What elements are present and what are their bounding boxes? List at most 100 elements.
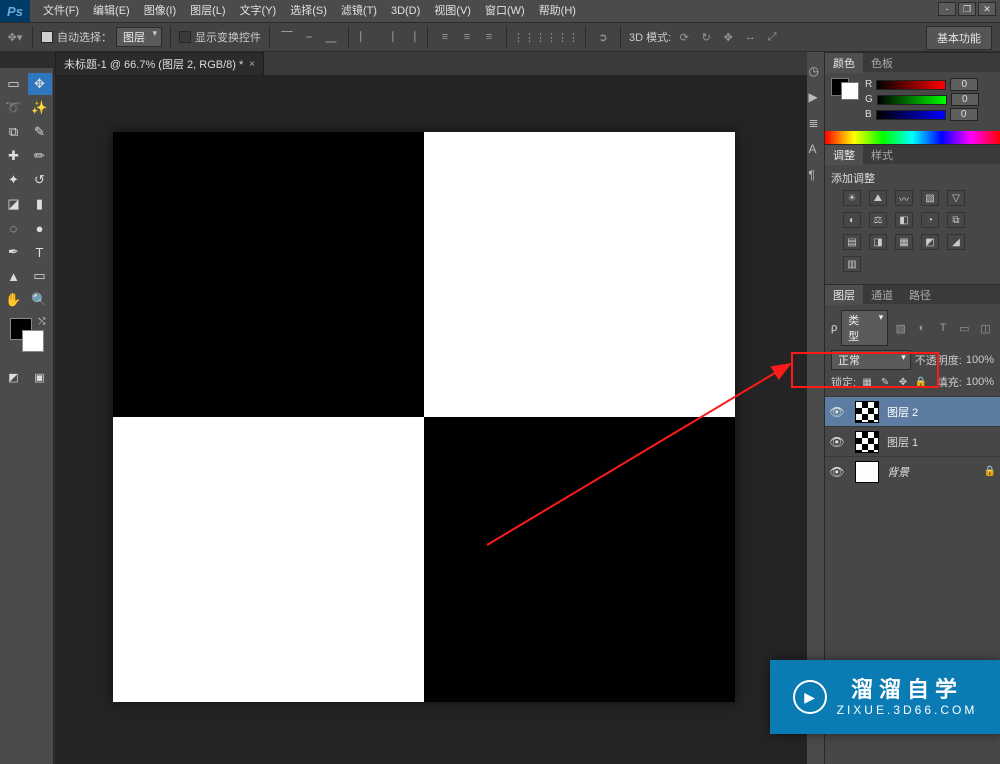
adj-threshold-icon[interactable]: ◩ [921,234,939,250]
adj-channelmixer-icon[interactable]: ⧉ [947,212,965,228]
healing-brush-tool[interactable]: ✚ [2,145,26,167]
blur-tool[interactable]: ◌ [2,217,26,239]
character-panel-icon[interactable]: A [809,142,823,156]
filter-type-icon[interactable]: T [935,319,952,337]
channel-r-value[interactable]: 0 [950,78,978,91]
path-selection-tool[interactable]: ▲ [2,265,26,287]
channel-g-slider[interactable] [877,95,947,105]
distribute-hcenter-icon[interactable]: ⋮⋮ [537,28,555,46]
adj-photofilter-icon[interactable]: ◔ [921,212,939,228]
filter-shape-icon[interactable]: ▭ [956,319,973,337]
clone-stamp-tool[interactable]: ✦ [2,169,26,191]
lock-all-icon[interactable]: 🔒 [914,375,928,389]
opacity-value[interactable]: 100% [966,354,994,366]
window-minimize-button[interactable]: ‐ [938,2,956,16]
menu-help[interactable]: 帮助(H) [532,0,583,22]
layer-name-label[interactable]: 图层 1 [887,434,918,450]
adj-colormap-icon[interactable]: ▤ [843,234,861,250]
menu-image[interactable]: 图像(I) [137,0,183,22]
dodge-tool[interactable]: ● [28,217,52,239]
distribute-left-icon[interactable]: ⋮⋮ [515,28,533,46]
visibility-toggle-icon[interactable]: 👁 [827,465,847,479]
history-brush-tool[interactable]: ↺ [28,169,52,191]
layer-name-label[interactable]: 背景 [887,464,909,480]
channel-r-slider[interactable] [876,80,946,90]
adj-vibrance-icon[interactable]: ▽ [947,190,965,206]
swap-colors-icon[interactable]: ⤭ [38,316,45,327]
adj-exposure-icon[interactable]: ▨ [921,190,939,206]
marquee-tool[interactable]: ▭ [2,73,26,95]
menu-layer[interactable]: 图层(L) [183,0,232,22]
3d-roll-icon[interactable]: ↻ [697,28,715,46]
tab-color[interactable]: 颜色 [825,53,863,73]
channel-g-value[interactable]: 0 [951,93,979,106]
eraser-tool[interactable]: ◪ [2,193,26,215]
tab-layers[interactable]: 图层 [825,285,863,305]
adj-invert-icon[interactable]: ◨ [869,234,887,250]
3d-pan-icon[interactable]: ✥ [719,28,737,46]
adj-gradientmap-icon[interactable]: ◢ [947,234,965,250]
magic-wand-tool[interactable]: ✨ [28,97,52,119]
eyedropper-tool[interactable]: ✎ [28,121,52,143]
color-spectrum[interactable] [825,131,1000,144]
menu-3d[interactable]: 3D(D) [384,0,427,22]
menu-filter[interactable]: 滤镜(T) [334,0,384,22]
document-tab[interactable]: 未标题-1 @ 66.7% (图层 2, RGB/8) * × [55,52,264,75]
pen-tool[interactable]: ✒ [2,241,26,263]
gradient-tool[interactable]: ▮ [28,193,52,215]
align-top-icon[interactable]: ⎺ [278,28,296,46]
paragraph-panel-icon[interactable]: ¶ [809,168,823,182]
channel-b-slider[interactable] [876,110,946,120]
crop-tool[interactable]: ⧉ [2,121,26,143]
type-tool[interactable]: T [28,241,52,263]
adj-colorbalance-icon[interactable]: ⚖ [869,212,887,228]
tab-adjustments[interactable]: 调整 [825,145,863,165]
panel-color-swatches[interactable] [831,78,859,100]
tab-styles[interactable]: 样式 [863,145,901,165]
adj-levels-icon[interactable]: ⛰ [869,190,887,206]
window-restore-button[interactable]: ❐ [958,2,976,16]
filter-smart-icon[interactable]: ◫ [977,319,994,337]
menu-window[interactable]: 窗口(W) [478,0,532,22]
3d-scale-icon[interactable]: ⤢ [763,28,781,46]
layer-row[interactable]: 👁 背景 🔒 [825,456,1000,486]
actions-panel-icon[interactable]: ▶ [809,90,823,104]
align-vcenter-icon[interactable]: ⎯ [300,28,318,46]
screen-mode-icon[interactable]: ▣ [31,369,49,385]
distribute-bottom-icon[interactable]: ≡ [480,28,498,46]
channel-b-value[interactable]: 0 [950,108,978,121]
menu-select[interactable]: 选择(S) [283,0,334,22]
align-bottom-icon[interactable]: ⎽ [322,28,340,46]
zoom-tool[interactable]: 🔍 [28,289,52,311]
adj-selective-icon[interactable]: ▥ [843,256,861,272]
properties-panel-icon[interactable]: ≣ [809,116,823,130]
align-hcenter-icon[interactable]: ⎹ [379,28,397,46]
fill-value[interactable]: 100% [966,376,994,388]
3d-orbit-icon[interactable]: ⟳ [675,28,693,46]
quick-mask-icon[interactable]: ◩ [5,369,23,385]
filter-pixel-icon[interactable]: ▧ [892,319,909,337]
lock-transparency-icon[interactable]: ▦ [860,375,874,389]
lock-image-icon[interactable]: ✎ [878,375,892,389]
workspace-switcher[interactable]: 基本功能 [926,26,992,50]
document-canvas[interactable] [113,132,735,702]
history-panel-icon[interactable]: ◷ [809,64,823,78]
filter-adjust-icon[interactable]: ◐ [913,319,930,337]
adj-hue-icon[interactable]: ◐ [843,212,861,228]
background-color[interactable] [22,330,44,352]
layer-name-label[interactable]: 图层 2 [887,404,918,420]
visibility-toggle-icon[interactable]: 👁 [827,405,847,419]
distribute-vcenter-icon[interactable]: ≡ [458,28,476,46]
layer-thumbnail[interactable] [855,431,879,453]
adj-posterize-icon[interactable]: ▦ [895,234,913,250]
color-swatches[interactable]: ⤭ [10,318,44,352]
window-close-button[interactable]: ✕ [978,2,996,16]
lock-position-icon[interactable]: ✥ [896,375,910,389]
auto-select-target-dropdown[interactable]: 图层 [116,27,162,47]
3d-slide-icon[interactable]: ↔ [741,28,759,46]
tab-paths[interactable]: 路径 [901,285,939,305]
rectangle-tool[interactable]: ▭ [28,265,52,287]
hand-tool[interactable]: ✋ [2,289,26,311]
menu-type[interactable]: 文字(Y) [233,0,284,22]
adj-bw-icon[interactable]: ◧ [895,212,913,228]
